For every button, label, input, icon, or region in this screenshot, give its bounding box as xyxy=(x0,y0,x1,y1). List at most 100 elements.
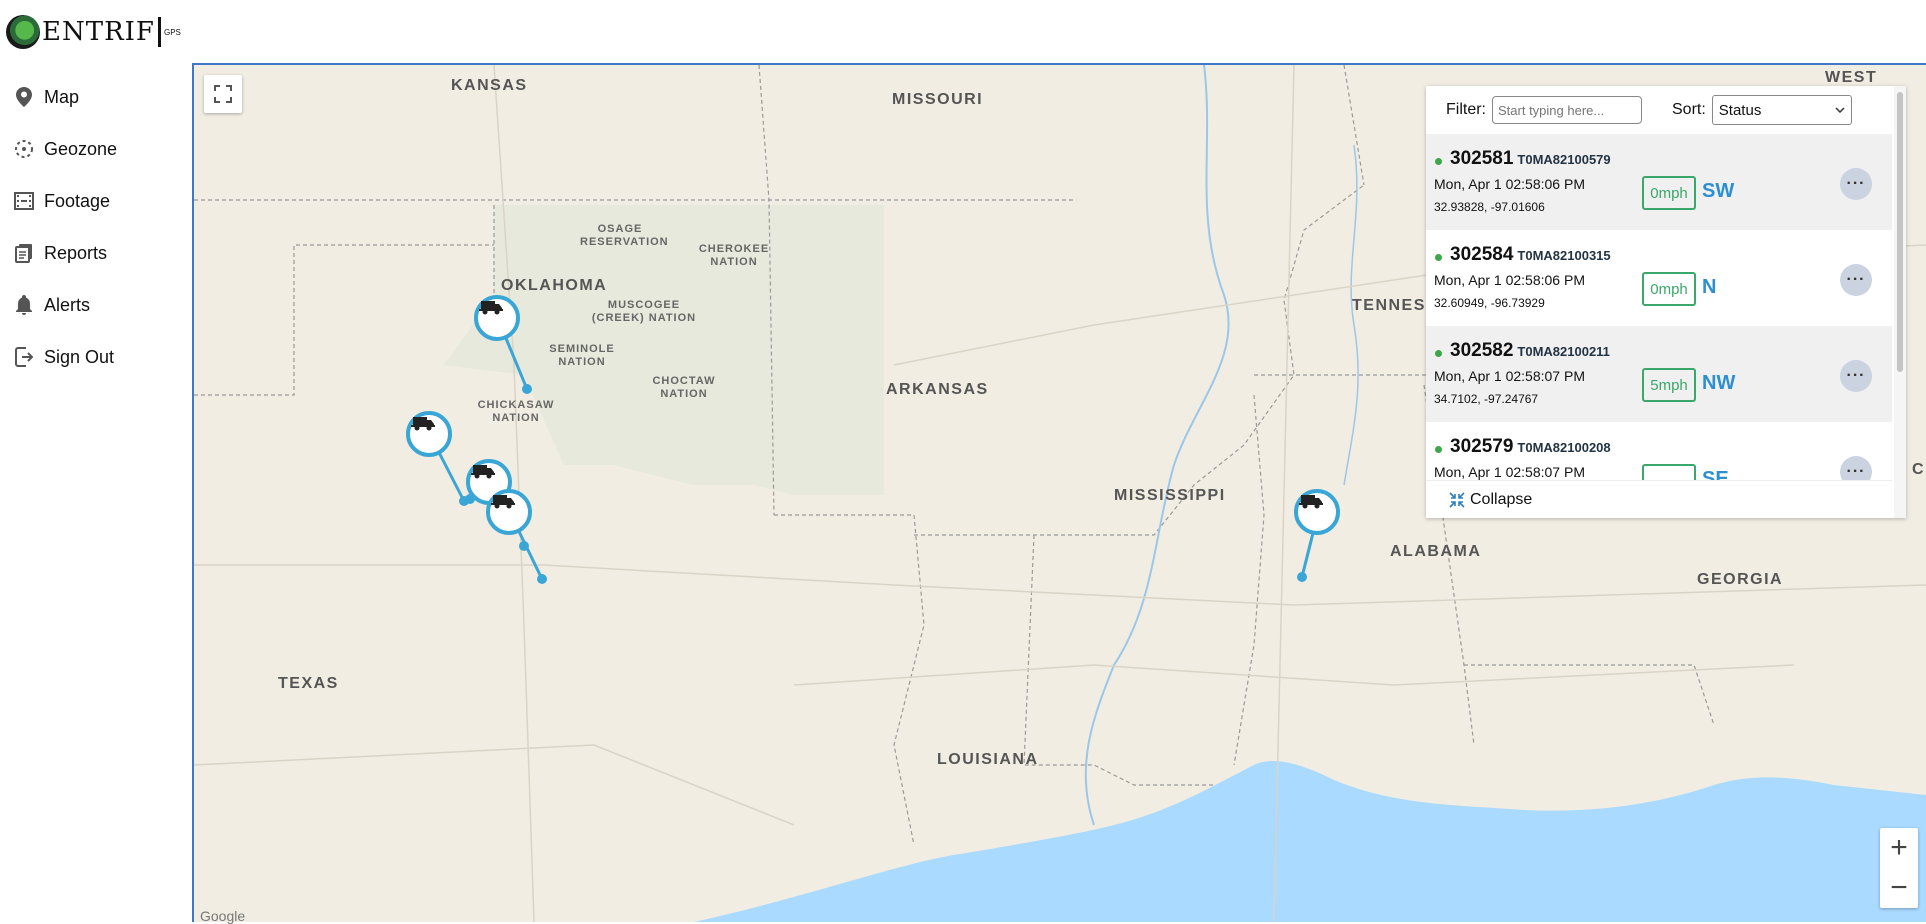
sidebar-item-alerts[interactable]: Alerts xyxy=(0,279,192,331)
vehicle-timestamp: Mon, Apr 1 02:58:06 PM xyxy=(1434,176,1585,192)
collapse-button[interactable]: Collapse xyxy=(1426,480,1892,518)
sort-label: Sort: xyxy=(1672,101,1706,118)
vehicle-list-panel: Filter: Sort: Status 302581T0MA82100579 … xyxy=(1426,86,1906,518)
map-label-tennessee: TENNES xyxy=(1352,297,1426,314)
list-scrollbar[interactable] xyxy=(1894,86,1906,518)
heading-label: N xyxy=(1702,276,1717,298)
speed-badge xyxy=(1642,464,1696,480)
vehicle-row[interactable]: 302582 T0MA82100211 Mon, Apr 1 02:58:07 P… xyxy=(1426,326,1892,422)
heading-label: SW xyxy=(1702,180,1735,202)
heading-label: SE xyxy=(1702,468,1729,480)
sidebar-item-label: Map xyxy=(44,86,80,107)
map-label-west: WEST xyxy=(1825,69,1878,86)
map-label-alabama: ALABAMA xyxy=(1390,543,1482,560)
app-header: ENTRIF GPS xyxy=(0,0,1926,63)
sidebar-item-label: Alerts xyxy=(44,294,91,315)
map-label-chickasaw: CHICKASAW NATION xyxy=(477,399,555,424)
map-label-osage: OSAGE RESERVATION xyxy=(580,223,669,248)
sidebar-item-label: Footage xyxy=(44,190,111,211)
vehicle-marker[interactable] xyxy=(406,411,452,457)
vehicle-timestamp: Mon, Apr 1 02:58:07 PM xyxy=(1434,464,1585,480)
sidebar-item-sign-out[interactable]: Sign Out xyxy=(0,331,192,383)
vehicle-timestamp: Mon, Apr 1 02:58:07 PM xyxy=(1434,368,1585,384)
zoom-controls: + − xyxy=(1880,828,1918,908)
vehicle-serial: T0MA82100579 xyxy=(1517,152,1611,167)
sign-out-icon xyxy=(14,347,34,367)
sidebar-item-reports[interactable]: Reports xyxy=(0,227,192,279)
map-label-kansas: KANSAS xyxy=(451,77,528,94)
truck-icon xyxy=(471,465,495,479)
vehicle-id: 302581 xyxy=(1450,148,1514,169)
vehicle-serial: T0MA82100208 xyxy=(1517,440,1611,455)
map-label-choctaw: CHOCTAW NATION xyxy=(652,375,716,400)
brand-suffix: GPS xyxy=(163,27,181,37)
map-label-louisiana: LOUISIANA xyxy=(937,751,1039,768)
fullscreen-button[interactable] xyxy=(204,75,242,113)
geozone-icon xyxy=(14,139,34,159)
sort-select[interactable]: Status xyxy=(1711,95,1852,125)
sidebar-item-footage[interactable]: Footage xyxy=(0,175,192,227)
brand-logo[interactable]: ENTRIF GPS xyxy=(6,14,181,50)
filter-input[interactable] xyxy=(1492,96,1642,124)
status-online-icon xyxy=(1435,446,1442,453)
reports-icon xyxy=(14,243,34,263)
more-options-button[interactable]: ··· xyxy=(1840,456,1872,480)
map-label-edge-c: C xyxy=(1912,461,1926,478)
vehicle-coordinates: 34.7102, -97.24767 xyxy=(1434,392,1539,406)
vehicle-row[interactable]: 302584 T0MA82100315 Mon, Apr 1 02:58:06 P… xyxy=(1426,230,1892,326)
status-online-icon xyxy=(1435,254,1442,261)
map-label-cherokee: CHEROKEE NATION xyxy=(698,243,770,268)
sidebar-item-label: Reports xyxy=(44,242,108,263)
collapse-icon xyxy=(1449,491,1465,508)
vehicle-id: 302582 xyxy=(1450,340,1514,361)
sidebar-item-geozone[interactable]: Geozone xyxy=(0,123,192,175)
zoom-out-button[interactable]: − xyxy=(1880,868,1918,908)
more-options-button[interactable]: ··· xyxy=(1840,168,1872,200)
map-label-georgia: GEORGIA xyxy=(1697,571,1784,588)
speed-badge: 0mph xyxy=(1642,272,1696,306)
vehicle-serial: T0MA82100315 xyxy=(1517,248,1611,263)
map-label-seminole: SEMINOLE NATION xyxy=(549,343,615,368)
more-options-button[interactable]: ··· xyxy=(1840,360,1872,392)
map-label-texas: TEXAS xyxy=(278,675,339,692)
sidebar-item-map[interactable]: Map xyxy=(0,71,192,123)
truck-icon xyxy=(491,495,515,509)
zoom-in-button[interactable]: + xyxy=(1880,828,1918,868)
vehicle-list[interactable]: 302581 T0MA82100579 Mon, Apr 1 02:58:06 P… xyxy=(1426,134,1892,480)
vehicle-coordinates: 32.60949, -96.73929 xyxy=(1434,296,1545,310)
vehicle-row[interactable]: 302581 T0MA82100579 Mon, Apr 1 02:58:06 P… xyxy=(1426,134,1892,230)
vehicle-row[interactable]: 302579 T0MA82100208 Mon, Apr 1 02:58:07 P… xyxy=(1426,422,1892,480)
collapse-label: Collapse xyxy=(1470,490,1533,508)
vehicle-id: 302584 xyxy=(1450,244,1514,265)
logo-divider xyxy=(157,17,161,47)
brand-name: ENTRIF xyxy=(42,17,155,47)
fullscreen-icon xyxy=(214,85,232,103)
truck-icon xyxy=(1299,495,1323,509)
truck-icon xyxy=(411,417,435,431)
map-label-arkansas: ARKANSAS xyxy=(886,381,989,398)
map-label-muscogee: MUSCOGEE (CREEK) NATION xyxy=(591,299,697,324)
globe-logo-icon xyxy=(6,15,40,49)
map-pin-icon xyxy=(14,87,34,107)
status-online-icon xyxy=(1435,158,1442,165)
vehicle-marker[interactable] xyxy=(474,295,520,341)
sort-value: Status xyxy=(1718,101,1762,119)
scrollbar-thumb[interactable] xyxy=(1897,92,1903,372)
film-icon xyxy=(14,191,34,211)
vehicle-id: 302579 xyxy=(1450,436,1514,457)
speed-badge: 5mph xyxy=(1642,368,1696,402)
vehicle-marker[interactable] xyxy=(1294,489,1340,535)
panel-toolbar: Filter: Sort: Status xyxy=(1426,86,1906,134)
more-options-button[interactable]: ··· xyxy=(1840,264,1872,296)
vehicle-coordinates: 32.93828, -97.01606 xyxy=(1434,200,1545,214)
map-label-missouri: MISSOURI xyxy=(892,91,984,108)
sidebar-item-label: Geozone xyxy=(44,138,118,159)
vehicle-timestamp: Mon, Apr 1 02:58:06 PM xyxy=(1434,272,1585,288)
vehicle-marker[interactable] xyxy=(486,489,532,535)
chevron-down-icon xyxy=(1835,107,1845,113)
status-online-icon xyxy=(1435,350,1442,357)
bell-icon xyxy=(14,295,34,315)
filter-label: Filter: xyxy=(1446,101,1486,118)
heading-label: NW xyxy=(1702,372,1736,394)
speed-badge: 0mph xyxy=(1642,176,1696,210)
